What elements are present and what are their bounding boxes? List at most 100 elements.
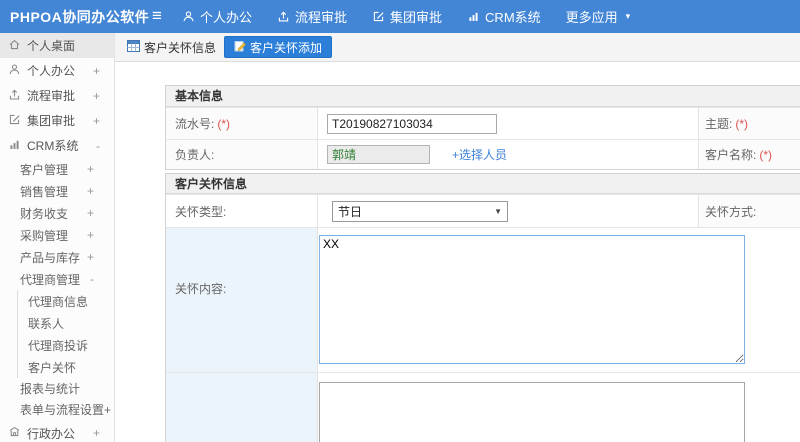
care-type-label: 关怀类型: [175, 204, 227, 219]
person-icon [8, 63, 21, 79]
care-type-input-cell: 节日 ▼ [318, 195, 699, 227]
select-person-link[interactable]: +选择人员 [452, 146, 507, 163]
care-extra-row [166, 372, 800, 442]
care-method-label-cell: 关怀方式: [699, 195, 800, 227]
care-extra-label-cell [166, 373, 318, 442]
nav-label: 流程审批 [295, 10, 348, 25]
sidebar-item-label: 报表与统计 [20, 382, 81, 396]
sidebar-item-label: CRM系统 [27, 139, 79, 153]
care-method-label: 关怀方式: [705, 204, 757, 219]
edit-page-icon [234, 40, 246, 55]
serial-row: 流水号: (*) 主题: (*) [166, 107, 800, 139]
sidebar-item-contacts[interactable]: 联系人 [18, 312, 114, 334]
sidebar-item-label: 采购管理 [20, 228, 69, 243]
expand-sign: + [86, 250, 94, 264]
expand-sign: - [96, 138, 100, 153]
sidebar: 个人桌面 个人办公 + 流程审批 + 集团审批 + CRM系统 - 客户管理 +… [0, 33, 115, 442]
care-type-selected-value: 节日 [338, 204, 363, 219]
care-type-label-cell: 关怀类型: [166, 195, 318, 227]
sidebar-item-label: 销售管理 [20, 184, 69, 199]
care-extra-cell [318, 373, 800, 442]
tab-care-list[interactable]: 客户关怀信息 [127, 39, 216, 56]
sidebar-item-label: 产品与库存 [20, 250, 81, 265]
care-info-section: 客户关怀信息 关怀类型: 节日 ▼ 关怀方式: 关怀内容: XX [165, 173, 800, 442]
section-title-basic: 基本信息 [166, 86, 800, 107]
sidebar-item-agent-mgmt[interactable]: 代理商管理 - [0, 268, 114, 290]
care-content-cell: XX [318, 228, 800, 372]
expand-sign: - [90, 272, 94, 286]
care-content-textarea[interactable]: XX [319, 235, 745, 364]
tab-label: 客户关怀信息 [144, 40, 217, 55]
building-icon [8, 425, 21, 441]
sidebar-item-label: 客户管理 [20, 162, 69, 177]
sidebar-item-reports-stats[interactable]: 报表与统计 [0, 378, 114, 399]
nav-crm-system[interactable]: CRM系统 [467, 7, 541, 26]
care-content-label: 关怀内容: [175, 282, 227, 296]
sidebar-item-personal-office[interactable]: 个人办公 + [0, 58, 114, 83]
nav-group-approval[interactable]: 集团审批 [372, 7, 442, 26]
edit-square-icon [8, 113, 21, 129]
person-icon [182, 10, 195, 23]
sidebar-item-products-inventory[interactable]: 产品与库存 + [0, 246, 114, 268]
expand-sign: + [92, 426, 100, 440]
care-content-label-cell: 关怀内容: [166, 228, 318, 372]
owner-row: 负责人: +选择人员 客户名称: (*) [166, 139, 800, 169]
expand-sign: + [92, 88, 100, 103]
care-type-row: 关怀类型: 节日 ▼ 关怀方式: [166, 194, 800, 227]
serial-input[interactable] [327, 113, 497, 134]
sidebar-item-agent-info[interactable]: 代理商信息 [18, 290, 114, 312]
owner-input[interactable] [327, 145, 430, 164]
app-logo: PHPOA协同办公软件 [10, 8, 150, 25]
subject-label: 主题: [705, 117, 733, 131]
button-label: 客户关怀添加 [250, 40, 323, 55]
serial-label-cell: 流水号: (*) [166, 108, 318, 139]
sidebar-item-workflow-approval[interactable]: 流程审批 + [0, 83, 114, 108]
table-icon [127, 39, 140, 55]
nav-label: 个人办公 [200, 10, 253, 25]
sidebar-item-customer-care[interactable]: 客户关怀 [18, 356, 114, 378]
customer-label-cell: 客户名称: (*) [699, 140, 800, 169]
sidebar-item-admin-office[interactable]: 行政办公 + [0, 420, 114, 442]
required-mark: (*) [735, 116, 749, 131]
edit-square-icon [372, 10, 385, 23]
care-type-select[interactable]: 节日 ▼ [332, 200, 508, 222]
nav-personal-office[interactable]: 个人办公 [182, 7, 252, 26]
sidebar-item-label: 个人桌面 [27, 39, 76, 53]
required-mark: (*) [759, 147, 773, 162]
topbar: PHPOA协同办公软件 ≡ 个人办公 流程审批 集团审批 CRM系统 更多应用 … [0, 0, 800, 33]
sidebar-item-personal-desktop[interactable]: 个人桌面 [0, 33, 114, 58]
expand-sign: + [92, 113, 100, 128]
sidebar-item-label: 表单与流程设置+ [20, 403, 112, 417]
expand-sign: + [86, 228, 94, 242]
sidebar-item-label: 代理商管理 [20, 272, 81, 287]
sidebar-item-customer-mgmt[interactable]: 客户管理 + [0, 158, 114, 180]
nav-label: 集团审批 [390, 10, 443, 25]
owner-label-cell: 负责人: [166, 140, 318, 169]
bar-chart-icon [8, 138, 21, 154]
sidebar-item-agent-complaints[interactable]: 代理商投诉 [18, 334, 114, 356]
sidebar-item-label: 财务收支 [20, 206, 69, 221]
sidebar-item-crm-system[interactable]: CRM系统 - [0, 133, 114, 158]
sidebar-item-label: 个人办公 [27, 64, 76, 78]
sidebar-item-finance[interactable]: 财务收支 + [0, 202, 114, 224]
sidebar-item-label: 客户关怀 [28, 360, 77, 375]
care-add-button[interactable]: 客户关怀添加 [224, 36, 333, 58]
hamburger-menu-icon[interactable]: ≡ [152, 0, 162, 33]
main-area: 客户关怀信息 客户关怀添加 基本信息 流水号: (*) 主题: (*) [115, 33, 800, 442]
serial-label: 流水号: [175, 117, 215, 131]
top-nav: 个人办公 流程审批 集团审批 CRM系统 更多应用 ▾ [182, 0, 630, 33]
sidebar-item-group-approval[interactable]: 集团审批 + [0, 108, 114, 133]
nav-label: CRM系统 [485, 10, 541, 25]
sidebar-item-form-flow-settings[interactable]: 表单与流程设置+ [0, 399, 114, 420]
basic-info-section: 基本信息 流水号: (*) 主题: (*) 负责人: [165, 85, 800, 170]
owner-label: 负责人: [175, 148, 215, 162]
nav-more-apps[interactable]: 更多应用 ▾ [566, 7, 631, 26]
nav-workflow-approval[interactable]: 流程审批 [277, 7, 347, 26]
sidebar-item-sales-mgmt[interactable]: 销售管理 + [0, 180, 114, 202]
sidebar-item-purchasing[interactable]: 采购管理 + [0, 224, 114, 246]
required-mark: (*) [217, 116, 231, 131]
sidebar-item-label: 集团审批 [27, 114, 76, 128]
care-extra-textarea[interactable] [319, 382, 745, 442]
owner-input-cell: +选择人员 [318, 140, 699, 169]
expand-sign: + [92, 63, 100, 78]
